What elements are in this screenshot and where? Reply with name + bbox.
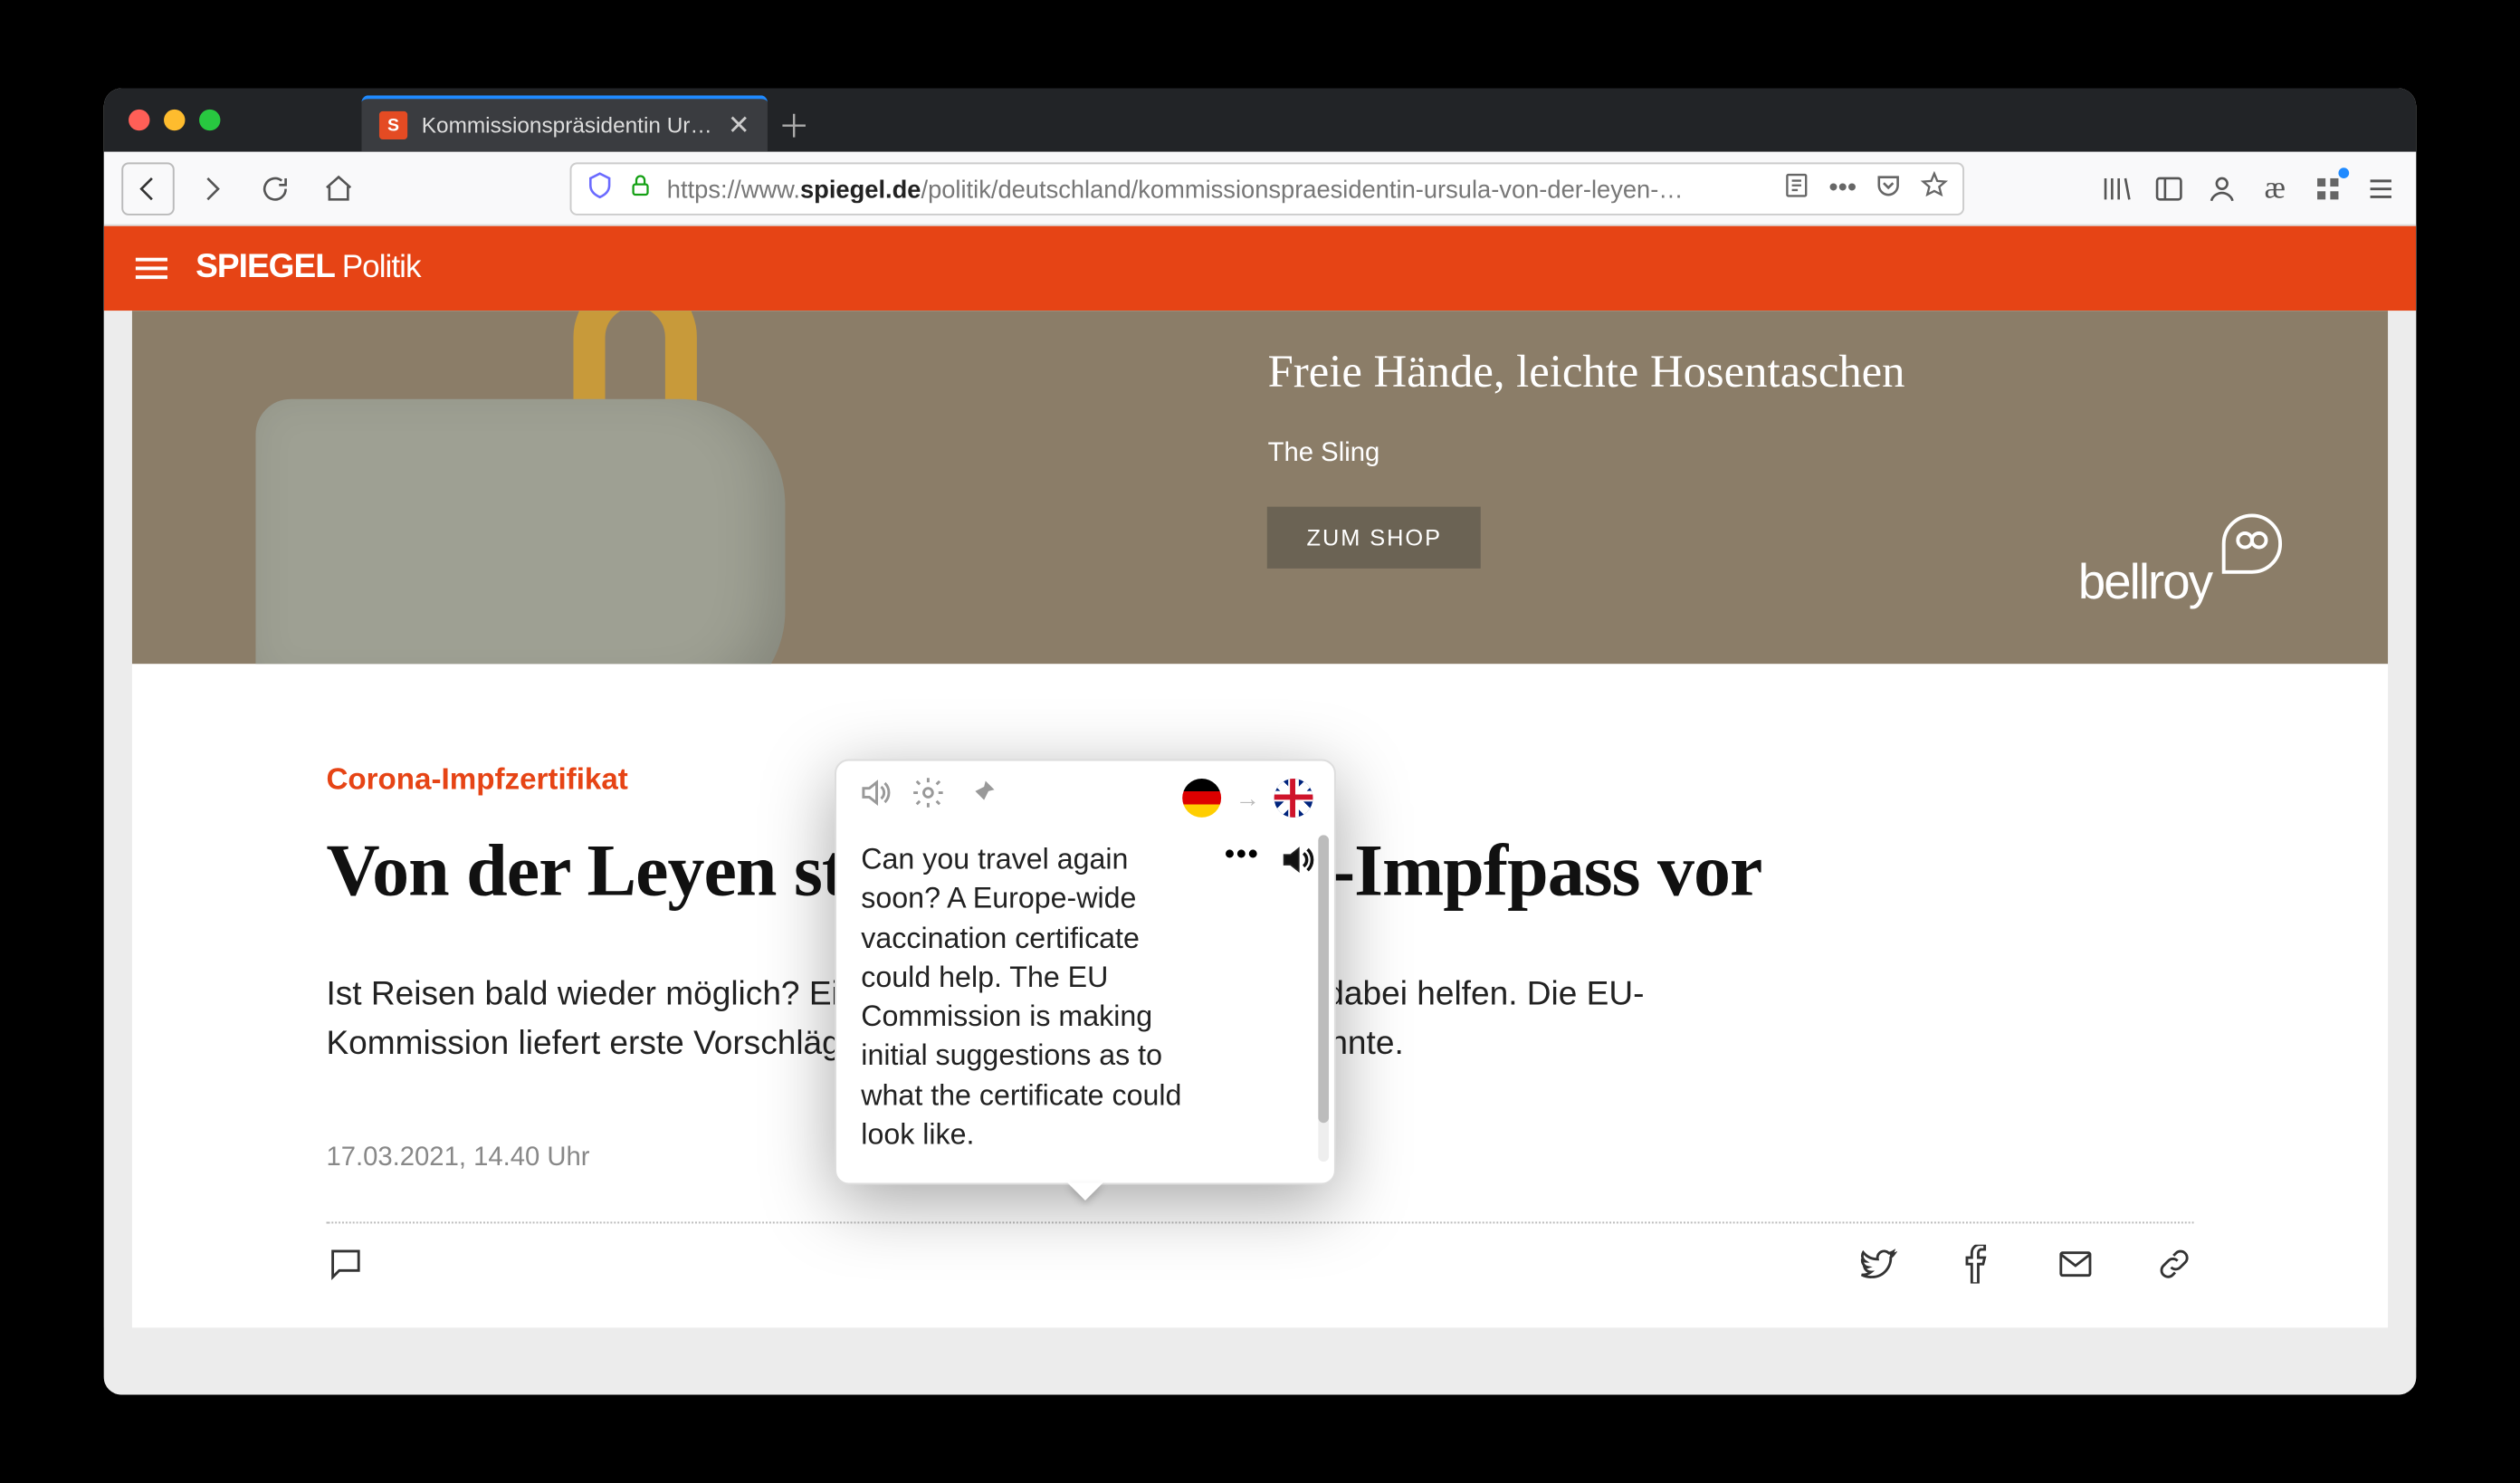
page-content: SPIEGELPolitik Freie Hände, leichte Hose… xyxy=(104,226,2417,1395)
address-bar[interactable]: https://www.spiegel.de/politik/deutschla… xyxy=(570,161,1965,215)
ad-image xyxy=(132,311,1215,664)
browser-tab[interactable]: S Kommissionspräsidentin Ursula… ✕ xyxy=(361,95,768,151)
share-bar xyxy=(326,1244,2193,1292)
minimize-window-button[interactable] xyxy=(164,110,185,130)
copy-link-icon[interactable] xyxy=(2155,1244,2194,1292)
site-header: SPIEGELPolitik xyxy=(104,226,2417,311)
translation-text: Can you travel again soon? A Europe-wide… xyxy=(861,840,1210,1154)
bookmark-star-icon[interactable] xyxy=(1920,170,1948,206)
site-brand[interactable]: SPIEGELPolitik xyxy=(196,249,420,288)
ad-headline: Freie Hände, leichte Hosentaschen xyxy=(1268,346,2335,399)
account-icon[interactable] xyxy=(2204,170,2239,206)
lock-icon[interactable] xyxy=(628,173,653,203)
maximize-window-button[interactable] xyxy=(199,110,220,130)
tab-favicon: S xyxy=(379,111,407,139)
url-text: https://www.spiegel.de/politik/deutschla… xyxy=(667,174,1769,202)
window-controls xyxy=(129,110,220,130)
library-icon[interactable] xyxy=(2098,170,2133,206)
tab-bar: S Kommissionspräsidentin Ursula… ✕ ＋ xyxy=(104,89,2417,152)
ad-brand-logo: bellroy xyxy=(2078,539,2282,611)
popup-pin-icon[interactable] xyxy=(963,775,998,819)
ad-subline: The Sling xyxy=(1268,438,2335,468)
tab-title: Kommissionspräsidentin Ursula… xyxy=(422,113,714,138)
translation-popup: → Can you travel again soon? A Europe-wi… xyxy=(835,760,1336,1185)
comments-icon[interactable] xyxy=(326,1244,365,1292)
home-button[interactable] xyxy=(312,161,366,215)
site-menu-button[interactable] xyxy=(136,258,167,279)
ad-banner[interactable]: Freie Hände, leichte Hosentaschen The Sl… xyxy=(132,311,2388,664)
ad-cta-button[interactable]: ZUM SHOP xyxy=(1268,507,1481,569)
target-lang-flag-en[interactable] xyxy=(1274,778,1313,817)
popup-speak-source-icon[interactable] xyxy=(857,775,892,819)
facebook-share-icon[interactable] xyxy=(1957,1244,1996,1292)
extension-ae-icon[interactable]: æ xyxy=(2258,170,2293,206)
forward-button[interactable] xyxy=(185,161,238,215)
popup-scrollbar[interactable] xyxy=(1318,835,1329,1162)
extension-grid-icon[interactable] xyxy=(2310,170,2345,206)
source-lang-flag-de[interactable] xyxy=(1182,778,1221,817)
reload-button[interactable] xyxy=(249,161,302,215)
popup-more-icon[interactable]: ••• xyxy=(1225,840,1264,879)
popup-toolbar: → xyxy=(836,761,1334,833)
sidebar-icon[interactable] xyxy=(2152,170,2187,206)
app-menu-icon[interactable] xyxy=(2363,170,2399,206)
tracking-protection-icon[interactable] xyxy=(586,171,614,205)
close-window-button[interactable] xyxy=(129,110,149,130)
new-tab-button[interactable]: ＋ xyxy=(768,99,821,152)
reader-mode-icon[interactable] xyxy=(1783,170,1811,206)
back-button[interactable] xyxy=(121,161,175,215)
popup-settings-icon[interactable] xyxy=(911,775,946,819)
pocket-icon[interactable] xyxy=(1875,170,1903,206)
divider xyxy=(326,1221,2193,1223)
twitter-share-icon[interactable] xyxy=(1858,1244,1897,1292)
page-actions-icon[interactable]: ••• xyxy=(1828,173,1857,203)
browser-toolbar: https://www.spiegel.de/politik/deutschla… xyxy=(104,152,2417,226)
lang-arrow-icon: → xyxy=(1236,783,1260,811)
browser-window: S Kommissionspräsidentin Ursula… ✕ ＋ xyxy=(104,89,2417,1395)
email-share-icon[interactable] xyxy=(2056,1244,2095,1292)
tab-close-button[interactable]: ✕ xyxy=(728,110,750,141)
popup-speak-translation-icon[interactable] xyxy=(1278,840,1317,879)
